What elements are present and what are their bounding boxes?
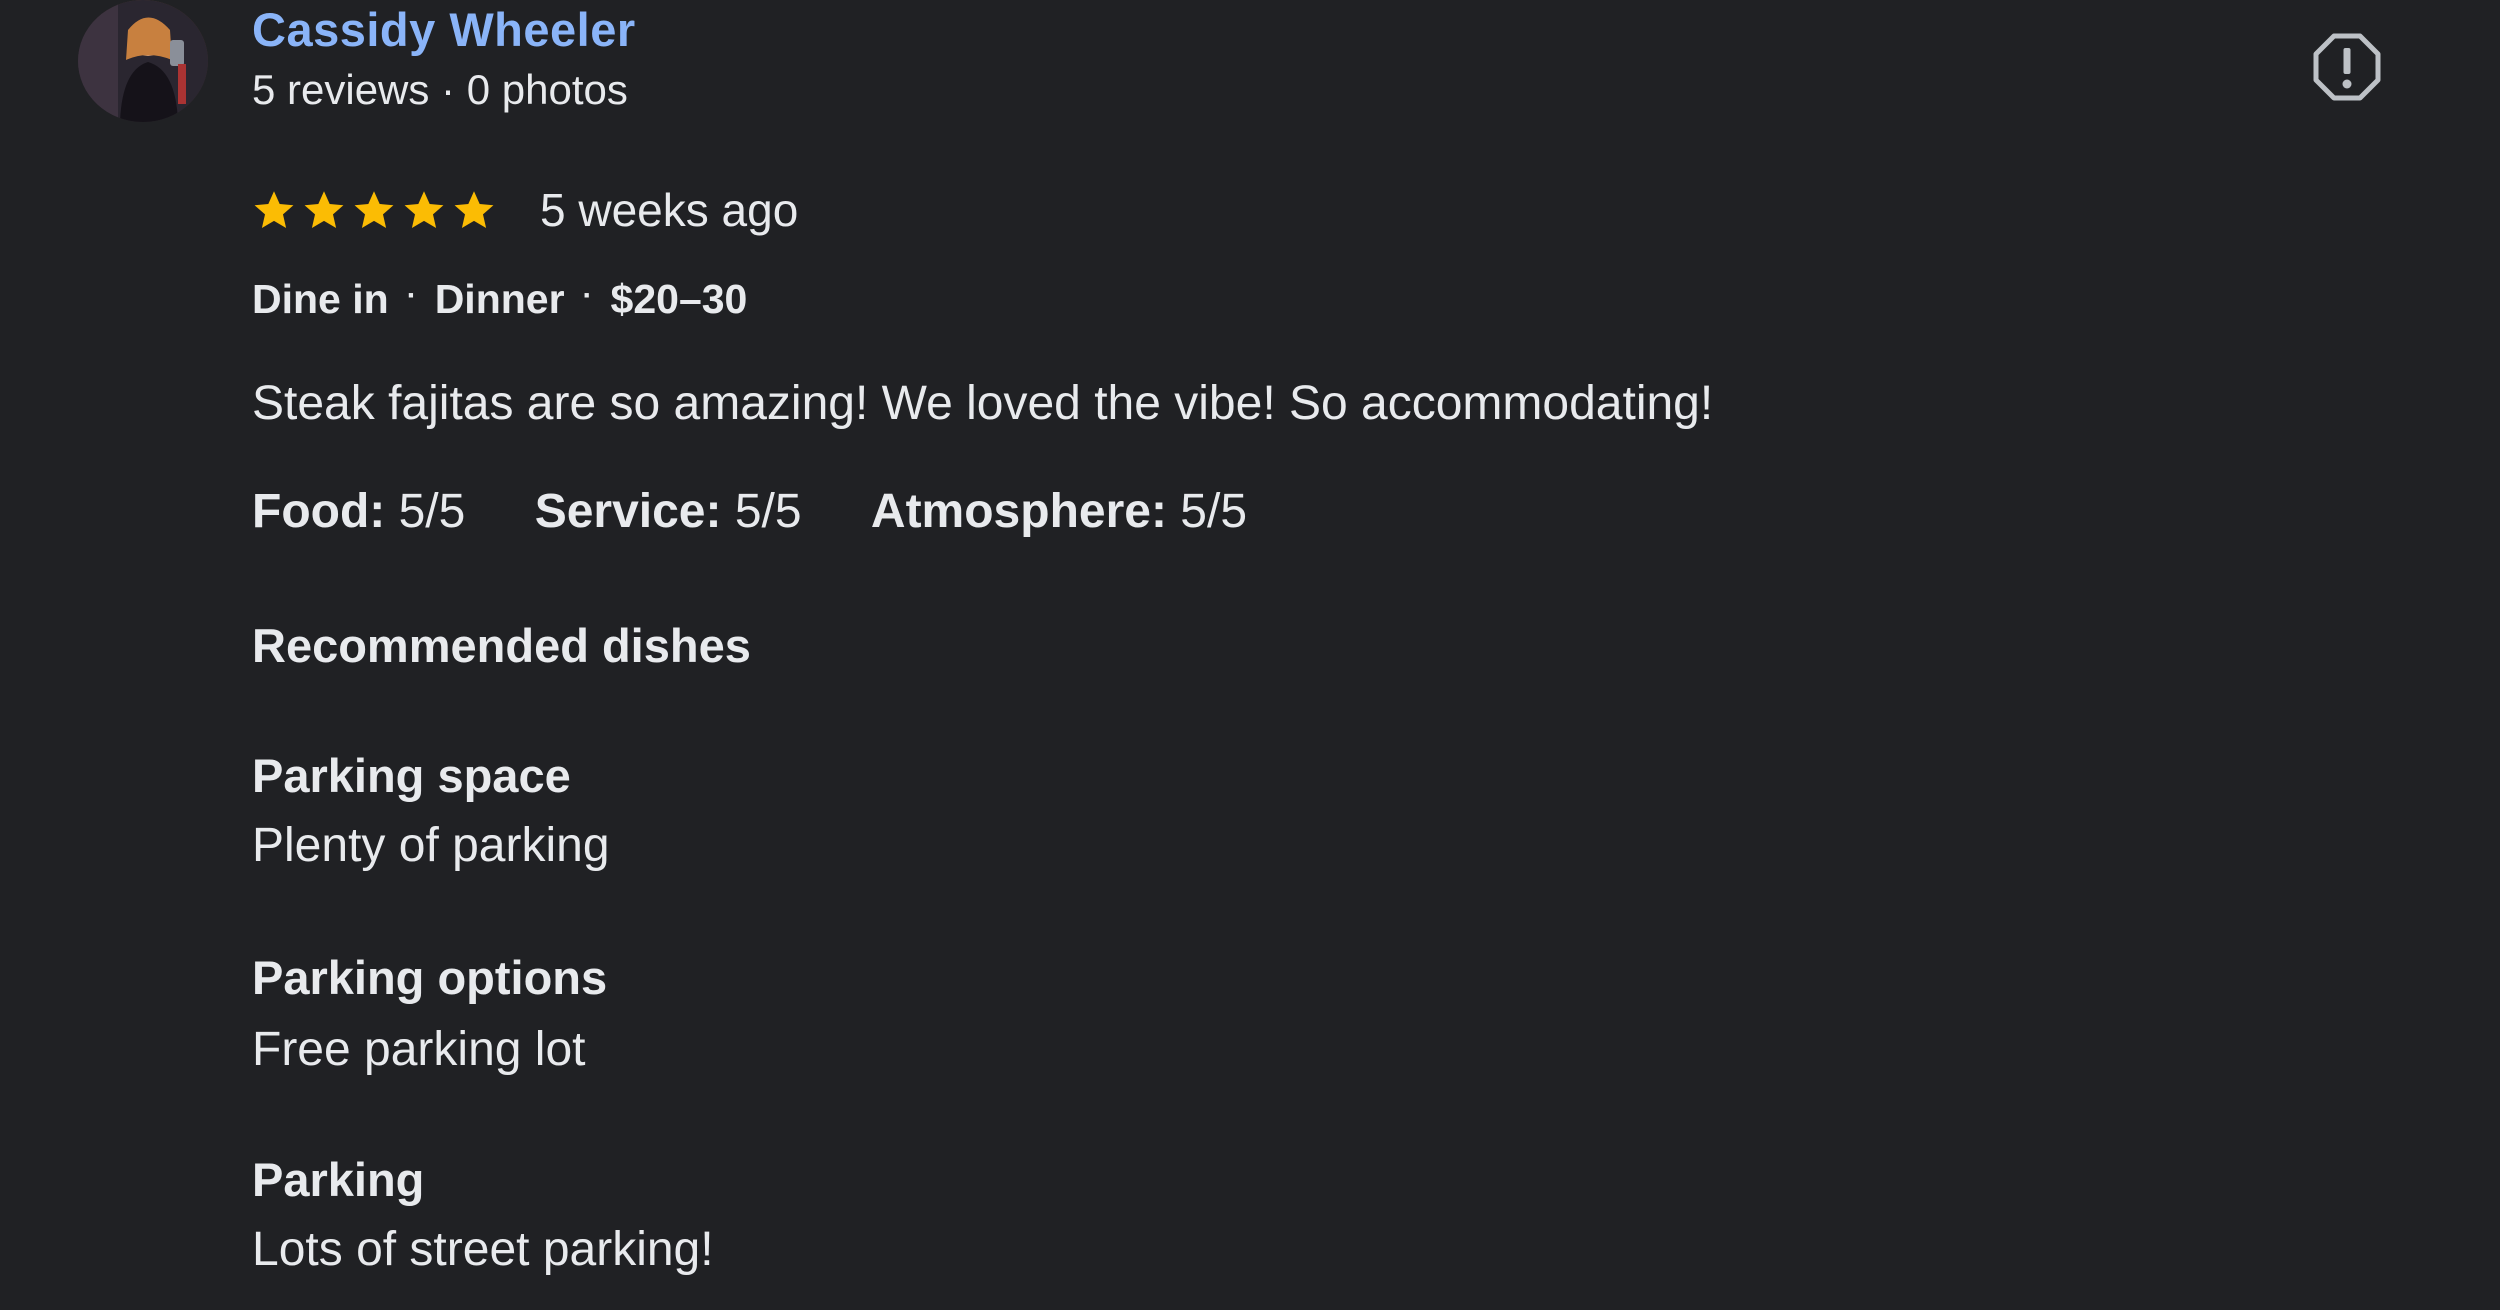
- score-label: Atmosphere:: [870, 485, 1167, 538]
- reviewer-stats: 5 reviews · 0 photos: [252, 66, 628, 113]
- rating-row: 5 weeks ago: [252, 178, 798, 242]
- star-rating: [252, 188, 496, 232]
- detail-value-parking: Lots of street parking!: [252, 1223, 714, 1276]
- review-time: 5 weeks ago: [540, 184, 799, 236]
- score-food: Food: 5/5: [252, 485, 465, 538]
- score-label: Service:: [534, 485, 722, 538]
- category-scores: Food: 5/5 Service: 5/5 Atmosphere: 5/5: [252, 484, 1303, 539]
- score-value: 5/5: [398, 485, 466, 538]
- score-atmosphere: Atmosphere: 5/5: [871, 485, 1247, 538]
- star-icon: [404, 191, 444, 228]
- detail-label-parking-options: Parking options: [252, 951, 608, 1004]
- star-icon: [304, 191, 344, 228]
- context-meal-type: Dinner: [434, 276, 565, 322]
- separator-dot: ·: [582, 279, 593, 312]
- score-label: Food:: [252, 485, 386, 538]
- report-review-button[interactable]: [2312, 32, 2382, 102]
- detail-label-parking: Parking: [252, 1153, 425, 1206]
- recommended-dishes-heading: Recommended dishes: [252, 619, 751, 672]
- star-icon: [454, 191, 494, 228]
- review-text: Steak fajitas are so amazing! We loved t…: [252, 377, 1714, 430]
- context-price-range: $20–30: [610, 276, 748, 322]
- avatar-photo: [78, 0, 208, 122]
- star-icon: [254, 191, 294, 228]
- reviewer-avatar[interactable]: [78, 0, 208, 122]
- score-value: 5/5: [1180, 485, 1248, 538]
- review-context: Dine in · Dinner · $20–30: [252, 276, 747, 323]
- detail-value-parking-options: Free parking lot: [252, 1023, 586, 1076]
- star-icon: [354, 191, 394, 228]
- score-service: Service: 5/5: [535, 485, 802, 538]
- reviewer-name-link[interactable]: Cassidy Wheeler: [252, 2, 636, 57]
- report-flag-icon: [2313, 33, 2381, 101]
- context-service-type: Dine in: [252, 276, 389, 322]
- separator-dot: ·: [406, 279, 417, 312]
- score-value: 5/5: [734, 485, 802, 538]
- detail-value-parking-space: Plenty of parking: [252, 819, 610, 872]
- detail-label-parking-space: Parking space: [252, 749, 571, 802]
